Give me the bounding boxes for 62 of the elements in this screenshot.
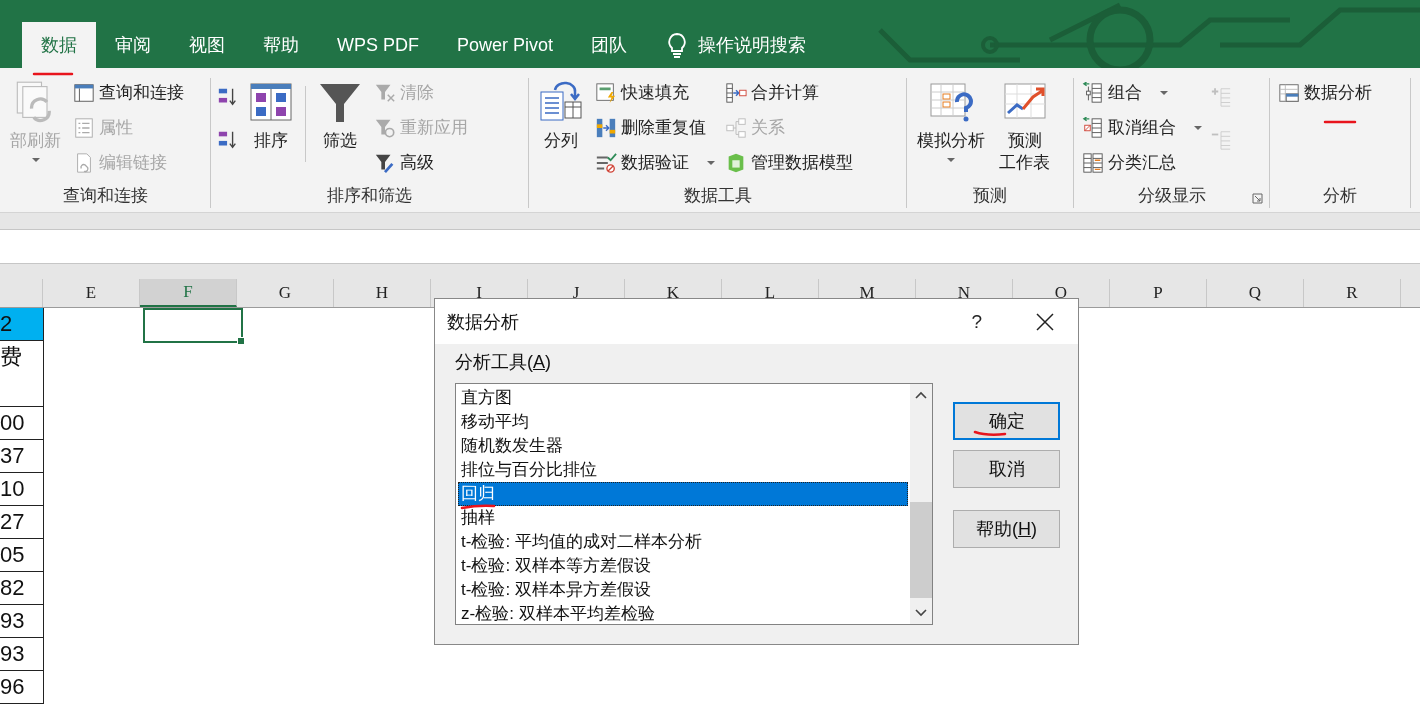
list-item[interactable]: 随机数发生器 xyxy=(458,434,908,458)
table-cell: 82 xyxy=(0,572,43,605)
ribbon-button[interactable]: 数据分析 xyxy=(1276,78,1374,108)
dialog-button[interactable]: 帮助(H) xyxy=(953,510,1060,548)
ribbon-tab[interactable]: 团队 xyxy=(572,22,647,68)
group-label: 分析 xyxy=(1323,184,1357,207)
list-item[interactable]: 抽样 xyxy=(458,506,908,530)
table-cell: 96 xyxy=(0,671,43,704)
table-cell: 93 xyxy=(0,605,43,638)
group-label: 预测 xyxy=(973,184,1007,207)
ribbon-button[interactable]: 组合 xyxy=(1080,78,1204,108)
column-header[interactable]: P xyxy=(1110,279,1207,307)
ribbon-tab[interactable]: 视图 xyxy=(170,22,244,68)
table-cell: 37 xyxy=(0,440,43,473)
list-item[interactable]: 排位与百分比排位 xyxy=(458,458,908,482)
dialog-button[interactable]: 确定 xyxy=(953,402,1060,440)
ribbon-button[interactable]: 快速填充 xyxy=(593,78,717,108)
column-header[interactable]: G xyxy=(237,279,334,307)
list-item[interactable]: t-检验: 平均值的成对二样本分析 xyxy=(458,530,908,554)
ribbon-button[interactable]: 管理数据模型 xyxy=(723,148,855,178)
table-cell: 05 xyxy=(0,539,43,572)
ribbon-button[interactable]: 取消组合 xyxy=(1080,113,1204,143)
column-header[interactable]: F xyxy=(140,279,237,307)
group-label: 分级显示 xyxy=(1137,184,1206,207)
ribbon-tab[interactable]: WPS PDF xyxy=(318,22,438,68)
list-item[interactable]: t-检验: 双样本异方差假设 xyxy=(458,578,908,602)
ribbon-button[interactable]: 查询和连接 xyxy=(71,78,186,108)
table-cell: 费 xyxy=(0,341,43,407)
ribbon-button[interactable]: 高级 xyxy=(372,148,470,178)
table-cell: 00 xyxy=(0,407,43,440)
ribbon-button[interactable]: 删除重复值 xyxy=(593,113,717,143)
table-cell: 2 xyxy=(0,308,43,341)
group-label: 排序和筛选 xyxy=(327,184,412,207)
ribbon-button[interactable]: 排序 xyxy=(245,78,297,155)
dialog-button[interactable]: 取消 xyxy=(953,450,1060,488)
ribbon-tab[interactable]: Power Pivot xyxy=(438,22,573,68)
list-item[interactable]: t-检验: 双样本等方差假设 xyxy=(458,554,908,578)
ribbon-tab[interactable]: 帮助 xyxy=(244,22,318,68)
ribbon-button[interactable]: 模拟分析 xyxy=(913,78,989,165)
ribbon-tab[interactable]: 审阅 xyxy=(96,22,170,68)
search-field[interactable]: 操作说明搜索 xyxy=(688,22,826,68)
ribbon-button[interactable]: 分列 xyxy=(535,78,587,155)
ribbon-button[interactable]: 预测 工作表 xyxy=(995,78,1054,177)
list-item[interactable]: 移动平均 xyxy=(458,410,908,434)
column-header[interactable]: R xyxy=(1304,279,1401,307)
table-cell: 93 xyxy=(0,638,43,671)
group-label: 数据工具 xyxy=(683,184,752,207)
help-button[interactable]: ? xyxy=(971,310,982,333)
dialog-title: 数据分析 xyxy=(447,310,520,334)
ribbon-button[interactable]: 筛选 xyxy=(314,78,366,155)
ribbon-button[interactable]: 数据验证 xyxy=(593,148,717,178)
table-cell: 10 xyxy=(0,473,43,506)
column-header[interactable]: H xyxy=(334,279,431,307)
ribbon-button[interactable]: 分类汇总 xyxy=(1080,148,1204,178)
list-label: 分析工具(A) xyxy=(455,351,552,374)
group-label: 查询和连接 xyxy=(62,184,148,207)
list-item[interactable]: z-检验: 双样本平均差检验 xyxy=(458,602,908,626)
list-box[interactable]: 直方图 移动平均 随机数发生器 排位与百分比排位 回归 抽样 t-检验: 平均值的成对二样本分析 t-检验: 双样本等方差假设 t-检验: 双样本异方差假设 z-检验: 双样本平均差检验 xyxy=(455,383,933,625)
column-header[interactable]: Q xyxy=(1207,279,1304,307)
list-item[interactable]: 直方图 xyxy=(458,386,908,410)
table-cell: 27 xyxy=(0,506,43,539)
ribbon-button[interactable]: 合并计算 xyxy=(723,78,855,108)
